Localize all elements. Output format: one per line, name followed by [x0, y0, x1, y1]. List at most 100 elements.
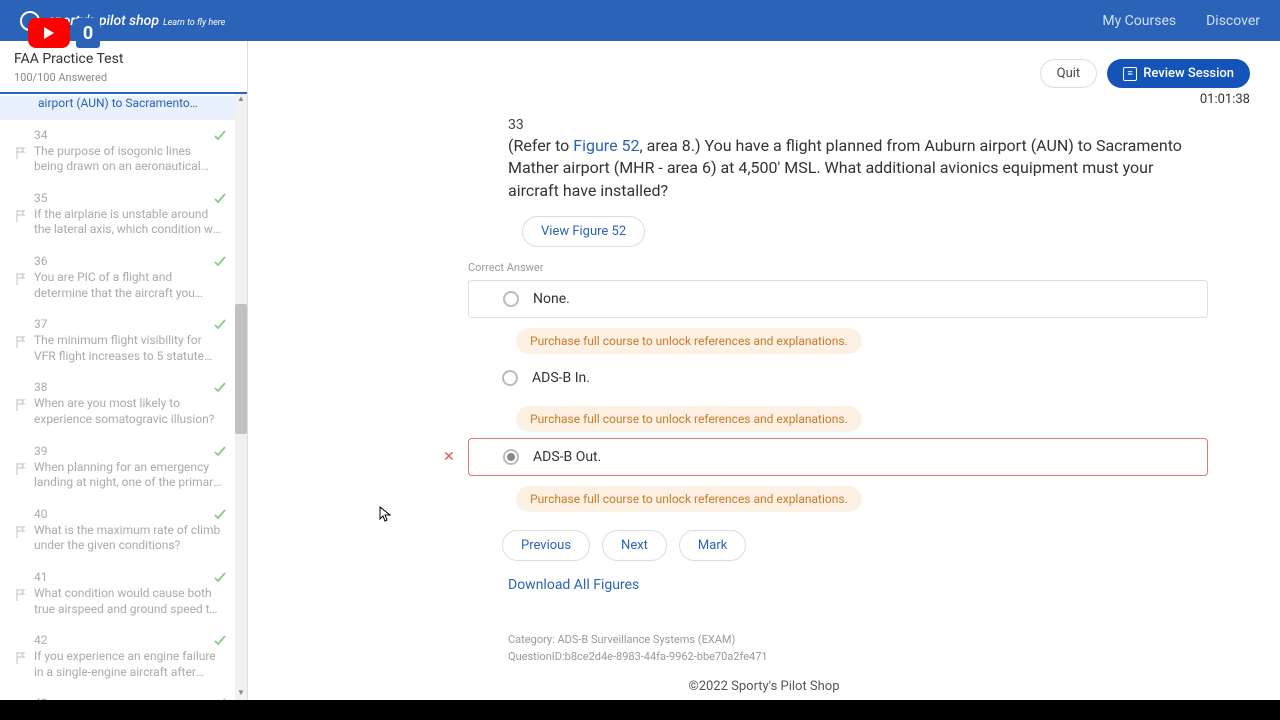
download-figures-link[interactable]: Download All Figures — [508, 577, 1208, 593]
nav-discover[interactable]: Discover — [1206, 13, 1260, 29]
progress-text: 100/100 Answered — [14, 71, 233, 88]
flag-icon — [16, 460, 26, 472]
app-root: 0 sporty's pilot shopLearn to fly here M… — [0, 0, 1280, 700]
view-figure-button[interactable]: View Figure 52 — [522, 216, 645, 247]
sidebar-item-text: If the airplane is unstable around the l… — [34, 207, 233, 238]
flag-icon — [16, 144, 26, 156]
sidebar-header: FAA Practice Test 100/100 Answered — [0, 41, 247, 94]
quit-button[interactable]: Quit — [1040, 59, 1098, 88]
question-pre: (Refer to — [508, 136, 573, 155]
answer-text: ADS-B Out. — [533, 449, 601, 465]
overlay-badge: 0 — [76, 18, 100, 48]
scroll-down-icon[interactable]: ▼ — [235, 688, 247, 700]
question-number: 33 — [508, 117, 1208, 133]
youtube-play-icon[interactable] — [28, 18, 70, 48]
correct-answer-label: Correct Answer — [468, 261, 1208, 274]
check-icon — [213, 444, 227, 458]
sidebar-item-37[interactable]: 37 The minimum flight visibility for VFR… — [0, 309, 247, 372]
flag-icon — [16, 270, 26, 282]
question-panel: 33 (Refer to Figure 52, area 8.) You hav… — [508, 117, 1208, 663]
sidebar-item-39[interactable]: 39 When planning for an emergency landin… — [0, 436, 247, 499]
flag-icon — [16, 523, 26, 535]
sidebar-item-43[interactable]: 43 What will be the distance required to — [0, 688, 247, 700]
flag-icon — [16, 649, 26, 661]
sidebar-item-num: 43 — [34, 696, 233, 700]
scroll-thumb[interactable] — [235, 304, 247, 434]
review-icon: ≡ — [1123, 67, 1137, 81]
sidebar-item-42[interactable]: 42 If you experience an engine failure i… — [0, 625, 247, 688]
check-icon — [213, 633, 227, 647]
nav-my-courses[interactable]: My Courses — [1102, 13, 1176, 29]
unlock-pill[interactable]: Purchase full course to unlock reference… — [516, 328, 862, 354]
flag-icon — [16, 396, 26, 408]
flag-icon — [16, 333, 26, 345]
review-session-button[interactable]: ≡ Review Session — [1107, 59, 1250, 88]
sidebar-item-num: 37 — [34, 317, 233, 331]
category-label: Category: ADS-B Surveillance Systems (EX… — [508, 633, 1208, 646]
answer-option-a[interactable]: None. — [468, 280, 1208, 318]
sidebar-item-num: 40 — [34, 507, 233, 521]
app-header: sporty's pilot shopLearn to fly here My … — [0, 0, 1280, 41]
answer-text: ADS-B In. — [532, 370, 590, 386]
figure-link[interactable]: Figure 52 — [573, 136, 639, 155]
answer-option-b[interactable]: ADS-B In. — [468, 360, 1208, 396]
unlock-pill[interactable]: Purchase full course to unlock reference… — [516, 486, 862, 512]
sidebar-item-num: 39 — [34, 444, 233, 458]
sidebar-item-36[interactable]: 36 You are PIC of a flight and determine… — [0, 246, 247, 309]
test-title: FAA Practice Test — [14, 51, 233, 67]
sidebar-item-38[interactable]: 38 When are you most likely to experienc… — [0, 372, 247, 435]
question-nav: Previous Next Mark — [502, 530, 1208, 561]
content-area: Quit ≡ Review Session 01:01:38 33 (Refer… — [248, 41, 1280, 700]
unlock-pill[interactable]: Purchase full course to unlock reference… — [516, 406, 862, 432]
sidebar-item-34[interactable]: 34 The purpose of isogonic lines being d… — [0, 120, 247, 183]
brand-tagline: Learn to fly here — [163, 18, 225, 28]
sidebar-item-num: 38 — [34, 380, 233, 394]
content-toolbar: Quit ≡ Review Session — [278, 59, 1250, 88]
answer-option-c[interactable]: ADS-B Out. — [468, 438, 1208, 476]
sidebar-item-text: When are you most likely to experience s… — [34, 396, 233, 427]
sidebar-item-text: What condition would cause both true air… — [34, 586, 233, 617]
sidebar-item-snippet: airport (AUN) to Sacramento Mather air..… — [38, 96, 229, 112]
check-icon — [213, 254, 227, 268]
check-icon — [213, 380, 227, 394]
scroll-up-icon[interactable]: ▲ — [235, 94, 247, 106]
radio-icon — [503, 449, 519, 465]
flag-icon — [16, 586, 26, 598]
timer-display: 01:01:38 — [278, 92, 1250, 107]
check-icon — [213, 128, 227, 142]
sidebar-item-num: 41 — [34, 570, 233, 584]
sidebar-item-num: 34 — [34, 128, 233, 142]
sidebar-item-text: When planning for an emergency landing a… — [34, 460, 233, 491]
sidebar-item-text: The purpose of isogonic lines being draw… — [34, 144, 233, 175]
answer-text: None. — [533, 291, 570, 307]
question-id-label: QuestionID:b8ce2d4e-8983-44fa-9962-bbe70… — [508, 650, 1208, 663]
sidebar-item-num: 35 — [34, 191, 233, 205]
main-layout: FAA Practice Test 100/100 Answered airpo… — [0, 41, 1280, 700]
question-list[interactable]: airport (AUN) to Sacramento Mather air..… — [0, 94, 247, 700]
question-sidebar: FAA Practice Test 100/100 Answered airpo… — [0, 41, 248, 700]
mouse-cursor-icon — [379, 506, 391, 522]
radio-icon — [502, 370, 518, 386]
radio-icon — [503, 291, 519, 307]
previous-button[interactable]: Previous — [502, 530, 590, 561]
check-icon — [213, 570, 227, 584]
review-label: Review Session — [1143, 66, 1234, 81]
sidebar-scrollbar[interactable]: ▲ ▼ — [235, 94, 247, 700]
question-text: (Refer to Figure 52, area 8.) You have a… — [508, 135, 1208, 202]
sidebar-item-40[interactable]: 40 What is the maximum rate of climb und… — [0, 499, 247, 562]
sidebar-item-text: What is the maximum rate of climb under … — [34, 523, 233, 554]
footer-copyright: ©2022 Sporty's Pilot Shop — [248, 673, 1280, 700]
sidebar-item-41[interactable]: 41 What condition would cause both true … — [0, 562, 247, 625]
sidebar-item-text: You are PIC of a flight and determine th… — [34, 270, 233, 301]
mark-button[interactable]: Mark — [679, 530, 746, 561]
sidebar-item-text: If you experience an engine failure in a… — [34, 649, 233, 680]
check-icon — [213, 317, 227, 331]
sidebar-item-num: 42 — [34, 633, 233, 647]
sidebar-item-33[interactable]: airport (AUN) to Sacramento Mather air..… — [0, 96, 247, 120]
next-button[interactable]: Next — [602, 530, 667, 561]
check-icon — [213, 696, 227, 700]
sidebar-item-text: The minimum flight visibility for VFR fl… — [34, 333, 233, 364]
sidebar-item-35[interactable]: 35 If the airplane is unstable around th… — [0, 183, 247, 246]
header-nav: My Courses Discover — [1102, 13, 1260, 29]
check-icon — [213, 507, 227, 521]
